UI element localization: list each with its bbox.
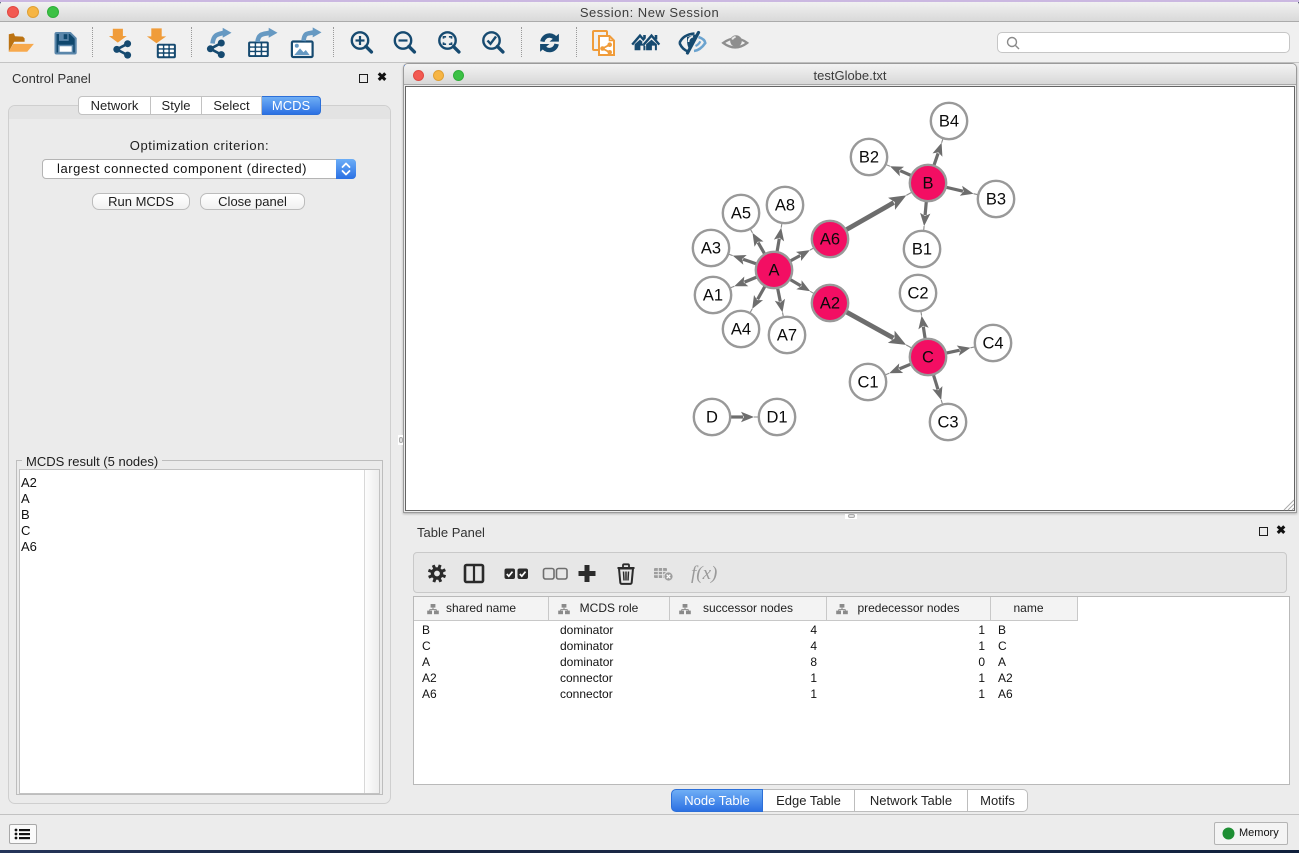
svg-text:C4: C4 (982, 335, 1003, 353)
svg-text:A2: A2 (820, 295, 840, 313)
svg-text:D1: D1 (766, 409, 787, 427)
svg-text:A6: A6 (820, 231, 840, 249)
svg-text:A4: A4 (731, 321, 751, 339)
svg-text:f(x): f(x) (691, 563, 717, 584)
svg-text:A1: A1 (703, 287, 723, 305)
svg-text:B: B (922, 175, 933, 193)
svg-text:B1: B1 (912, 241, 932, 259)
svg-text:C3: C3 (937, 414, 958, 432)
svg-text:A7: A7 (777, 327, 797, 345)
svg-text:A5: A5 (731, 205, 751, 223)
svg-text:A3: A3 (701, 240, 721, 258)
svg-text:B3: B3 (986, 191, 1006, 209)
svg-text:A: A (768, 262, 779, 280)
svg-text:B2: B2 (859, 149, 879, 167)
svg-text:C: C (922, 349, 934, 367)
svg-text:A8: A8 (775, 197, 795, 215)
svg-text:D: D (706, 409, 718, 427)
svg-text:C1: C1 (857, 374, 878, 392)
svg-text:B4: B4 (939, 113, 959, 131)
svg-text:C2: C2 (907, 285, 928, 303)
